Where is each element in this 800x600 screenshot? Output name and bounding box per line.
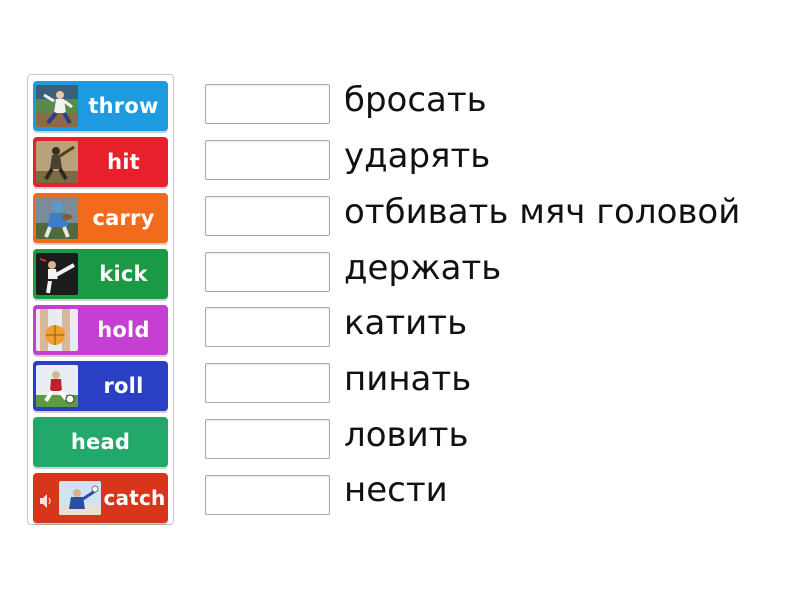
tile-kick[interactable]: kick (33, 249, 168, 299)
catch-photo (59, 481, 101, 515)
answer-tray: throw hit carry kick hold roll head catc… (27, 74, 174, 525)
drop-box-8[interactable] (205, 475, 330, 515)
carry-player-photo (36, 197, 78, 239)
pitcher-photo (36, 85, 78, 127)
target-text: нести (344, 470, 448, 510)
drop-box-7[interactable] (205, 419, 330, 459)
tile-label: catch (103, 486, 166, 510)
target-text: бросать (344, 80, 487, 120)
drop-box-5[interactable] (205, 307, 330, 347)
tile-throw[interactable]: throw (33, 81, 168, 131)
tile-roll[interactable]: roll (33, 361, 168, 411)
target-text: ударять (344, 136, 491, 176)
tile-hold[interactable]: hold (33, 305, 168, 355)
holding-ball-photo (36, 309, 78, 351)
target-text: держать (344, 248, 502, 288)
soccer-roll-photo (36, 365, 78, 407)
drop-box-3[interactable] (205, 196, 330, 236)
tile-label: roll (103, 374, 144, 398)
tile-catch[interactable]: catch (33, 473, 168, 523)
target-text: пинать (344, 359, 472, 399)
target-text: ловить (344, 415, 469, 455)
drop-box-2[interactable] (205, 140, 330, 180)
drop-box-4[interactable] (205, 252, 330, 292)
tile-label: kick (99, 262, 148, 286)
tile-head[interactable]: head (33, 417, 168, 467)
tile-label: carry (92, 206, 155, 230)
target-text: катить (344, 303, 468, 343)
target-text: отбивать мяч головой (344, 192, 741, 232)
batter-photo (36, 141, 78, 183)
tile-carry[interactable]: carry (33, 193, 168, 243)
tile-hit[interactable]: hit (33, 137, 168, 187)
tile-label: head (70, 430, 131, 454)
speaker-icon[interactable] (39, 490, 53, 508)
karate-kick-photo (36, 253, 78, 295)
drop-box-6[interactable] (205, 363, 330, 403)
tile-label: hit (107, 150, 140, 174)
tile-label: hold (97, 318, 150, 342)
drop-box-1[interactable] (205, 84, 330, 124)
tile-label: throw (88, 94, 159, 118)
